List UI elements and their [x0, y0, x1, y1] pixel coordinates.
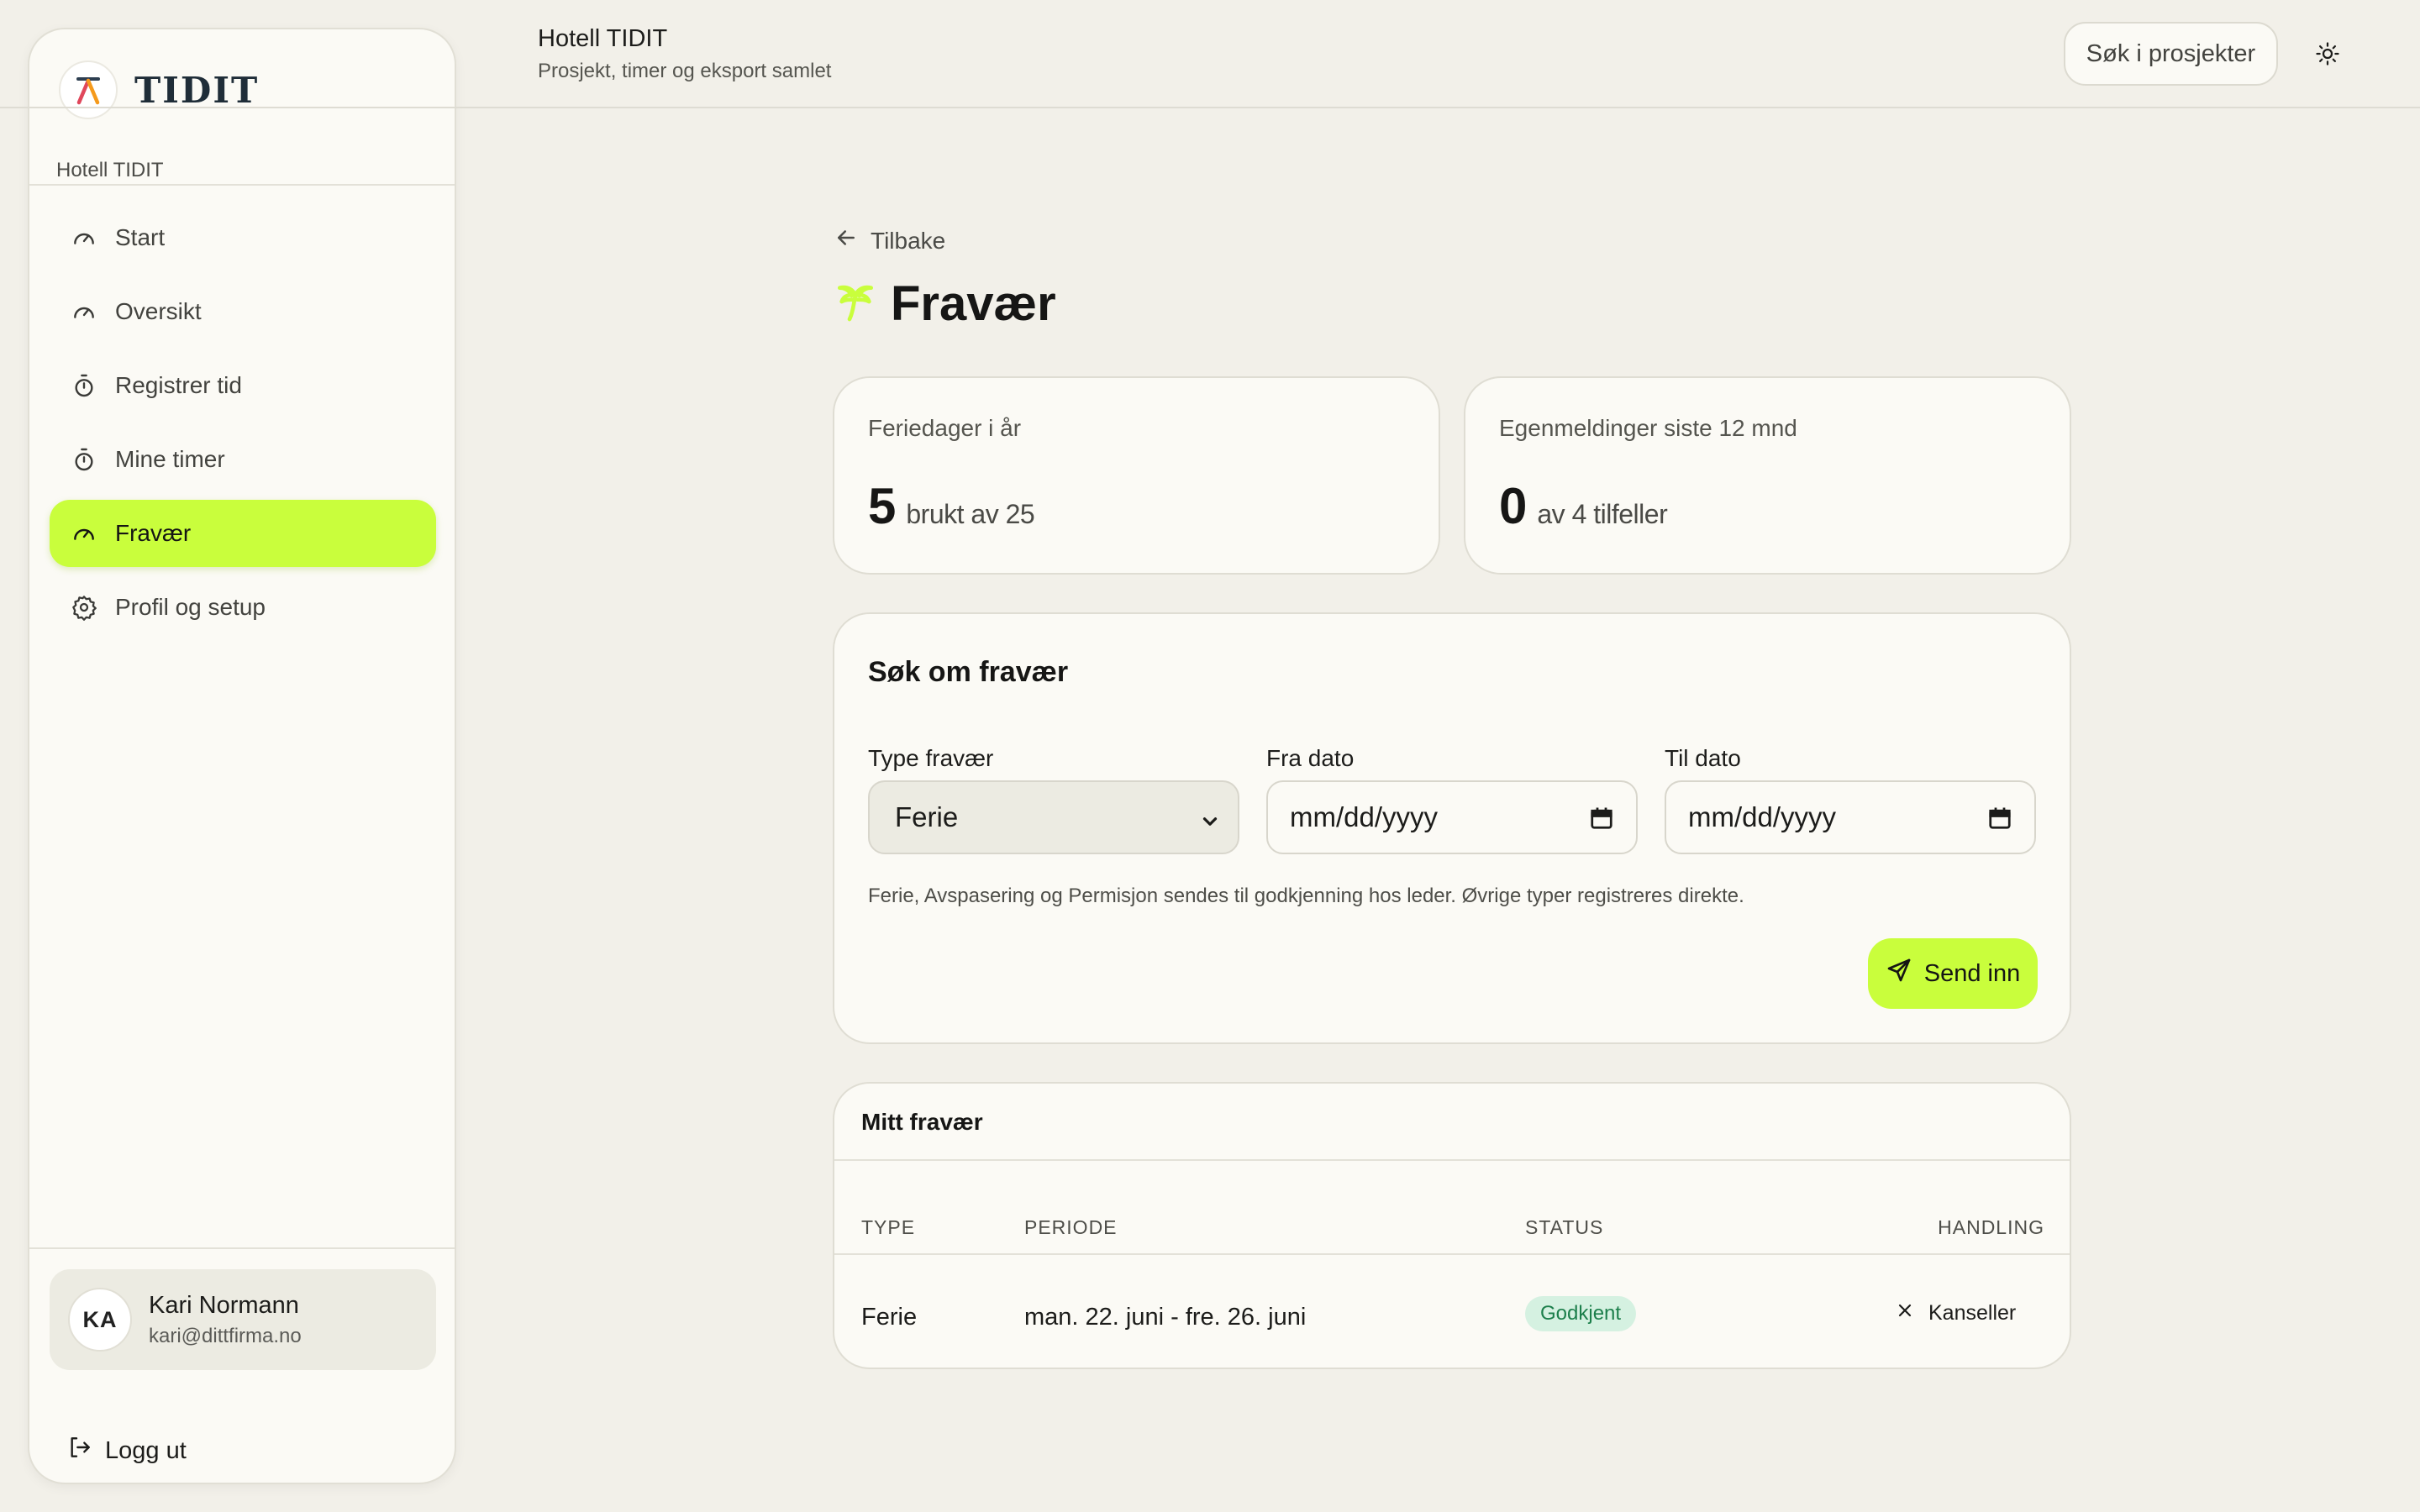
cancel-button[interactable]: Kanseller	[1895, 1292, 2016, 1334]
cancel-label: Kanseller	[1928, 1300, 2017, 1325]
form-title: Søk om fravær	[868, 656, 1069, 688]
column-header-status: STATUS	[1525, 1216, 1604, 1238]
sidebar-divider	[29, 184, 455, 186]
stopwatch-icon	[70, 445, 98, 474]
top-bar: Hotell TIDIT Prosjekt, timer og eksport …	[0, 0, 2420, 108]
to-date-placeholder: mm/dd/yyyy	[1688, 801, 1837, 832]
sidebar-item-label: Profil og setup	[115, 594, 266, 620]
sidebar-item-registrer-tid[interactable]: Registrer tid	[50, 352, 436, 419]
cell-type: Ferie	[861, 1304, 918, 1331]
sidebar-nav: Start Oversikt Registrer tid Mine timer …	[50, 204, 436, 648]
stat-number: 0	[1499, 478, 1528, 534]
back-link[interactable]: Tilbake	[834, 225, 945, 256]
back-label: Tilbake	[871, 227, 946, 254]
sidebar-divider	[29, 1247, 455, 1249]
absence-type-value: Ferie	[895, 801, 959, 832]
close-icon	[1895, 1300, 1915, 1326]
submit-label: Send inn	[1923, 959, 2021, 987]
form-hint: Ferie, Avspasering og Permisjon sendes t…	[868, 885, 1744, 907]
logout-icon	[66, 1434, 93, 1467]
sidebar-item-label: Mine timer	[115, 446, 225, 472]
logout-label: Logg ut	[105, 1436, 187, 1464]
sidebar-item-mine-timer[interactable]: Mine timer	[50, 426, 436, 493]
stat-label: Egenmeldinger siste 12 mnd	[1499, 415, 1797, 441]
stat-value: 5 brukt av 25	[868, 477, 1035, 535]
page-header: Fravær	[832, 276, 1056, 332]
absence-type-label: Type fravær	[868, 745, 994, 771]
stat-card-self-certification: Egenmeldinger siste 12 mnd 0 av 4 tilfel…	[1464, 376, 2071, 575]
gauge-icon	[70, 223, 98, 252]
sidebar-item-start[interactable]: Start	[50, 204, 436, 271]
arrow-left-icon	[834, 225, 859, 256]
calendar-icon[interactable]	[1589, 806, 1614, 837]
sidebar-item-oversikt[interactable]: Oversikt	[50, 278, 436, 345]
stat-suffix: brukt av 25	[906, 499, 1035, 529]
user-email: kari@dittfirma.no	[149, 1324, 302, 1347]
cell-period: man. 22. juni - fre. 26. juni	[1024, 1304, 1307, 1331]
sidebar-item-label: Oversikt	[115, 298, 202, 324]
to-date-input[interactable]: mm/dd/yyyy	[1665, 780, 2036, 854]
stat-card-vacation-days: Feriedager i år 5 brukt av 25	[833, 376, 1440, 575]
sun-icon[interactable]	[2309, 35, 2346, 72]
absence-type-select[interactable]: Ferie	[868, 780, 1239, 854]
sidebar-item-label: Fravær	[115, 520, 192, 546]
gauge-icon	[70, 297, 98, 326]
header-subtitle: Prosjekt, timer og eksport samlet	[538, 60, 832, 82]
table-divider	[834, 1159, 2070, 1161]
stat-number: 5	[868, 478, 897, 534]
workspace-name: Hotell TIDIT	[56, 159, 164, 181]
stopwatch-icon	[70, 371, 98, 400]
from-date-label: Fra dato	[1266, 745, 1355, 771]
palm-tree-icon	[832, 278, 879, 329]
chevron-down-icon	[1199, 807, 1221, 839]
sidebar-item-label: Start	[115, 224, 166, 250]
sidebar: TIDIT Hotell TIDIT Start Oversikt Regist…	[28, 28, 456, 1484]
column-header-action: HANDLING	[1938, 1216, 2044, 1238]
stat-value: 0 av 4 tilfeller	[1499, 477, 1668, 535]
user-card[interactable]: KA Kari Normann kari@dittfirma.no	[50, 1269, 436, 1370]
status-badge: Godkjent	[1525, 1296, 1637, 1331]
sidebar-item-label: Registrer tid	[115, 372, 242, 398]
table-title: Mitt fravær	[861, 1109, 983, 1135]
user-info: Kari Normann kari@dittfirma.no	[149, 1292, 302, 1348]
my-absence-table: Mitt fravær TYPE PERIODE STATUS HANDLING…	[833, 1082, 2071, 1369]
header-title: Hotell TIDIT	[538, 25, 668, 52]
logout-button[interactable]: Logg ut	[66, 1434, 187, 1467]
send-icon	[1886, 957, 1912, 990]
stat-suffix: av 4 tilfeller	[1537, 499, 1668, 529]
page-title: Fravær	[891, 276, 1056, 331]
submit-button[interactable]: Send inn	[1868, 938, 2038, 1009]
sidebar-item-fravaer[interactable]: Fravær	[50, 500, 436, 567]
gear-icon	[70, 593, 98, 622]
gauge-icon	[70, 519, 98, 548]
table-divider	[834, 1253, 2070, 1255]
avatar: KA	[68, 1288, 132, 1352]
to-date-label: Til dato	[1665, 745, 1741, 771]
column-header-period: PERIODE	[1024, 1216, 1118, 1238]
sidebar-item-profil[interactable]: Profil og setup	[50, 574, 436, 641]
absence-request-form: Søk om fravær Type fravær Ferie Fra dato…	[833, 612, 2071, 1044]
user-name: Kari Normann	[149, 1291, 299, 1319]
from-date-placeholder: mm/dd/yyyy	[1290, 801, 1439, 832]
column-header-type: TYPE	[861, 1216, 916, 1238]
calendar-icon[interactable]	[1987, 806, 2012, 837]
from-date-input[interactable]: mm/dd/yyyy	[1266, 780, 1638, 854]
stat-label: Feriedager i år	[868, 415, 1022, 441]
search-projects-button[interactable]: Søk i prosjekter	[2064, 22, 2278, 86]
